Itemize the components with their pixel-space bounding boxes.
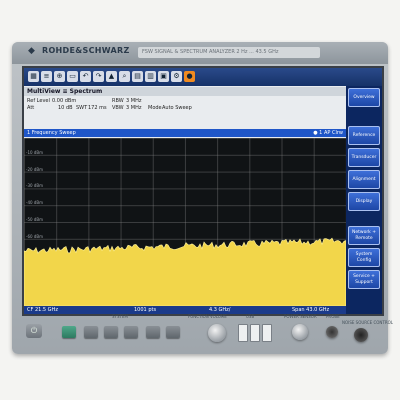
- power-sensor-connector[interactable]: [292, 324, 308, 340]
- swt-label: SWT: [76, 105, 88, 111]
- screenshot-icon[interactable]: ▣: [158, 71, 169, 82]
- vbw-label: VBW: [112, 105, 124, 111]
- system-button-1[interactable]: [84, 326, 98, 338]
- softkey-system-config[interactable]: System Config: [348, 248, 380, 267]
- mode-label: Mode: [148, 105, 162, 111]
- model-label: FSW SIGNAL & SPECTRUM ANALYZER 2 Hz ... …: [138, 47, 320, 58]
- redo-icon[interactable]: ↷: [93, 71, 104, 82]
- trace-title-bar: 1 Frequency Sweep ● 1 AP Clrw: [24, 129, 346, 137]
- spectrum-trace: [24, 237, 346, 306]
- volume-label: VOLUME: [210, 314, 227, 319]
- power-button-icon[interactable]: ⏻: [26, 324, 42, 338]
- ref-level-label: Ref Level: [27, 98, 50, 104]
- system-button-3[interactable]: [124, 326, 138, 338]
- system-button-2[interactable]: [104, 326, 118, 338]
- softkey-reference[interactable]: Reference: [348, 126, 380, 145]
- softkey-overview[interactable]: Overview: [348, 88, 380, 107]
- usb-label: USB: [246, 314, 255, 319]
- table-icon[interactable]: ▤: [132, 71, 143, 82]
- rs-logo-icon: ◆: [28, 46, 35, 56]
- brand-name: ROHDE&SCHWARZ: [42, 46, 130, 55]
- usb-port-2[interactable]: [250, 324, 260, 342]
- toolbar: ▦ ≡ ⊕ ▭ ↶ ↷ ▲ ⌕ ▤ ▥ ▣ ⚙ ●: [24, 68, 382, 86]
- vbw-value[interactable]: 3 MHz: [126, 105, 141, 111]
- ref-level-value[interactable]: 0.00 dBm: [52, 98, 76, 104]
- undo-icon[interactable]: ↶: [80, 71, 91, 82]
- zoom-icon[interactable]: ⊕: [54, 71, 65, 82]
- trace-legend: ● 1 AP Clrw: [313, 130, 343, 136]
- menu-icon[interactable]: ≡: [41, 71, 52, 82]
- noise-source-label: NOISE SOURCE CONTROL: [342, 320, 393, 325]
- page-title: MultiView ≡ Spectrum: [24, 87, 346, 96]
- softkey-panel: Reference Transducer Alignment Display N…: [346, 86, 382, 314]
- usb-port-3[interactable]: [262, 324, 272, 342]
- rbw-value[interactable]: 3 MHz: [126, 98, 141, 104]
- att-value[interactable]: 10 dB: [58, 105, 73, 111]
- softkey-alignment[interactable]: Alignment: [348, 170, 380, 189]
- analyzer-screen: ▦ ≡ ⊕ ▭ ↶ ↷ ▲ ⌕ ▤ ▥ ▣ ⚙ ● MultiView ≡ Sp…: [22, 66, 384, 316]
- system-button-5[interactable]: [166, 326, 180, 338]
- mode-value[interactable]: Auto Sweep: [162, 105, 192, 111]
- folder-icon[interactable]: ▭: [67, 71, 78, 82]
- search-icon[interactable]: ⌕: [119, 71, 130, 82]
- usb-port-1[interactable]: [238, 324, 248, 342]
- power-sensor-label: POWER SENSOR: [284, 314, 317, 319]
- trace-title: 1 Frequency Sweep: [27, 130, 76, 136]
- front-panel: ⏻ SYSTEM FUNCTION VOLUME USB POWER SENSO…: [12, 312, 393, 354]
- spectrum-plot[interactable]: -10 dBm -20 dBm -30 dBm -40 dBm -50 dBm -60 d…: [24, 138, 346, 306]
- system-label: SYSTEM: [112, 314, 128, 319]
- top-strip: ◆ ROHDE&SCHWARZ FSW SIGNAL & SPECTRUM AN…: [12, 42, 388, 64]
- swt-value[interactable]: 172 ms: [88, 105, 107, 111]
- system-button-4[interactable]: [146, 326, 160, 338]
- chart-icon[interactable]: ▥: [145, 71, 156, 82]
- instrument-bezel: ◆ ROHDE&SCHWARZ FSW SIGNAL & SPECTRUM AN…: [12, 42, 393, 354]
- record-icon[interactable]: ●: [184, 71, 195, 82]
- softkey-display[interactable]: Display: [348, 192, 380, 211]
- noise-source-connector[interactable]: [354, 328, 368, 342]
- spectrum-trace-fill: [24, 237, 346, 306]
- function-label: FUNCTION: [188, 314, 209, 319]
- softkey-network-remote[interactable]: Network + Remote: [348, 226, 380, 245]
- preset-button[interactable]: [62, 326, 76, 338]
- marker-icon[interactable]: ▲: [106, 71, 117, 82]
- settings-icon[interactable]: ⚙: [171, 71, 182, 82]
- grid-icon[interactable]: ▦: [28, 71, 39, 82]
- att-label: Att: [27, 105, 35, 111]
- probe-label: PROBE: [326, 314, 340, 319]
- probe-connector[interactable]: [326, 326, 338, 338]
- softkey-transducer[interactable]: Transducer: [348, 148, 380, 167]
- measurement-header: MultiView ≡ Spectrum Ref Level 0.00 dBm …: [24, 86, 346, 138]
- rbw-label: RBW: [112, 98, 124, 104]
- volume-knob[interactable]: [208, 324, 226, 342]
- softkey-service-support[interactable]: Service + Support: [348, 270, 380, 289]
